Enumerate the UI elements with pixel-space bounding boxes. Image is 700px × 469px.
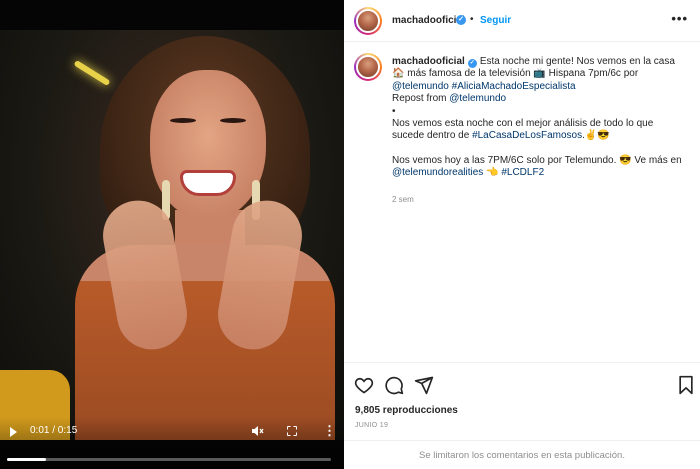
bookmark-icon[interactable] [676, 375, 696, 395]
header-username[interactable]: machadooficial [392, 15, 465, 26]
mention-telemundo[interactable]: @telemundo [392, 81, 449, 92]
comments-limited-notice: Se limitaron los comentarios en esta pub… [344, 440, 700, 469]
caption-para2-line2: sucede dentro de [392, 130, 470, 142]
house-emoji: 🏠 [392, 68, 405, 80]
caption-emojis: .✌😎 [582, 130, 610, 142]
avatar[interactable] [354, 7, 382, 35]
repost-text: Repost from [392, 93, 447, 105]
mute-icon[interactable] [251, 425, 264, 440]
caption-para2-line1: Nos vemos esta noche con el mejor anális… [392, 118, 654, 130]
eye-left [170, 118, 196, 123]
verified-icon: ✓ [456, 15, 466, 25]
heart-icon[interactable] [354, 375, 374, 395]
post-date[interactable]: JUNIO 19 [355, 422, 388, 429]
views-count[interactable]: 9,805 reproducciones [355, 405, 458, 416]
caption-bullet: • [392, 105, 396, 117]
stage-light [73, 59, 111, 87]
hashtag-lcdlf2[interactable]: #LCDLF2 [501, 167, 544, 178]
caption-username[interactable]: machadooficial [392, 56, 465, 67]
caption-verified-icon: ✓ [467, 59, 477, 68]
more-horizontal-icon[interactable]: ••• [671, 11, 688, 26]
caption-avatar[interactable] [354, 53, 382, 81]
caption-line2-after: Hispana 7pm/6c por [548, 68, 639, 80]
video-frame[interactable] [0, 30, 344, 440]
video-controls: 0:01 / 0:15 ⋮ [0, 417, 344, 469]
post-panel: machadooficial ✓ • Seguir ••• machadoofi… [344, 0, 700, 469]
fullscreen-icon[interactable] [287, 426, 297, 436]
video-progress-fill [7, 458, 46, 461]
post-actions: 9,805 reproducciones JUNIO 19 Se limitar… [344, 362, 700, 469]
post-caption: machadooficial ✓ Esta noche mi gente! Nos … [344, 42, 700, 362]
video-progress-bar[interactable] [7, 458, 331, 461]
caption-time-ago[interactable]: 2 sem [392, 195, 414, 204]
mention-realities[interactable]: @telemundorealities [392, 167, 483, 178]
share-icon[interactable] [414, 375, 434, 395]
hashtag-especialista[interactable]: #AliciaMachadoEspecialista [452, 81, 576, 92]
caption-text: machadooficial ✓ Esta noche mi gente! Nos … [392, 56, 688, 180]
point-emoji: 👈 [486, 167, 499, 179]
more-vertical-icon[interactable]: ⋮ [323, 423, 336, 439]
hashtag-casa[interactable]: #LaCasaDeLosFamosos [472, 130, 582, 141]
caption-para3-line1: Nos vemos hoy a las 7PM/6C solo por Tele… [392, 154, 682, 166]
comment-icon[interactable] [384, 375, 404, 395]
caption-line2: más famosa de la televisión [407, 68, 531, 80]
separator-dot: • [470, 14, 474, 25]
tv-emoji: 📺 [533, 68, 546, 80]
mouth [180, 170, 236, 196]
video-player[interactable]: 0:01 / 0:15 ⋮ [0, 0, 344, 469]
caption-line1: Esta noche mi gente! Nos vemos en la cas… [479, 56, 675, 67]
eye-right [220, 118, 246, 123]
follow-button[interactable]: Seguir [480, 15, 511, 26]
repost-mention[interactable]: @telemundo [449, 93, 506, 104]
play-icon[interactable] [10, 427, 17, 437]
video-time: 0:01 / 0:15 [30, 425, 78, 436]
post-header: machadooficial ✓ • Seguir ••• [344, 0, 700, 42]
